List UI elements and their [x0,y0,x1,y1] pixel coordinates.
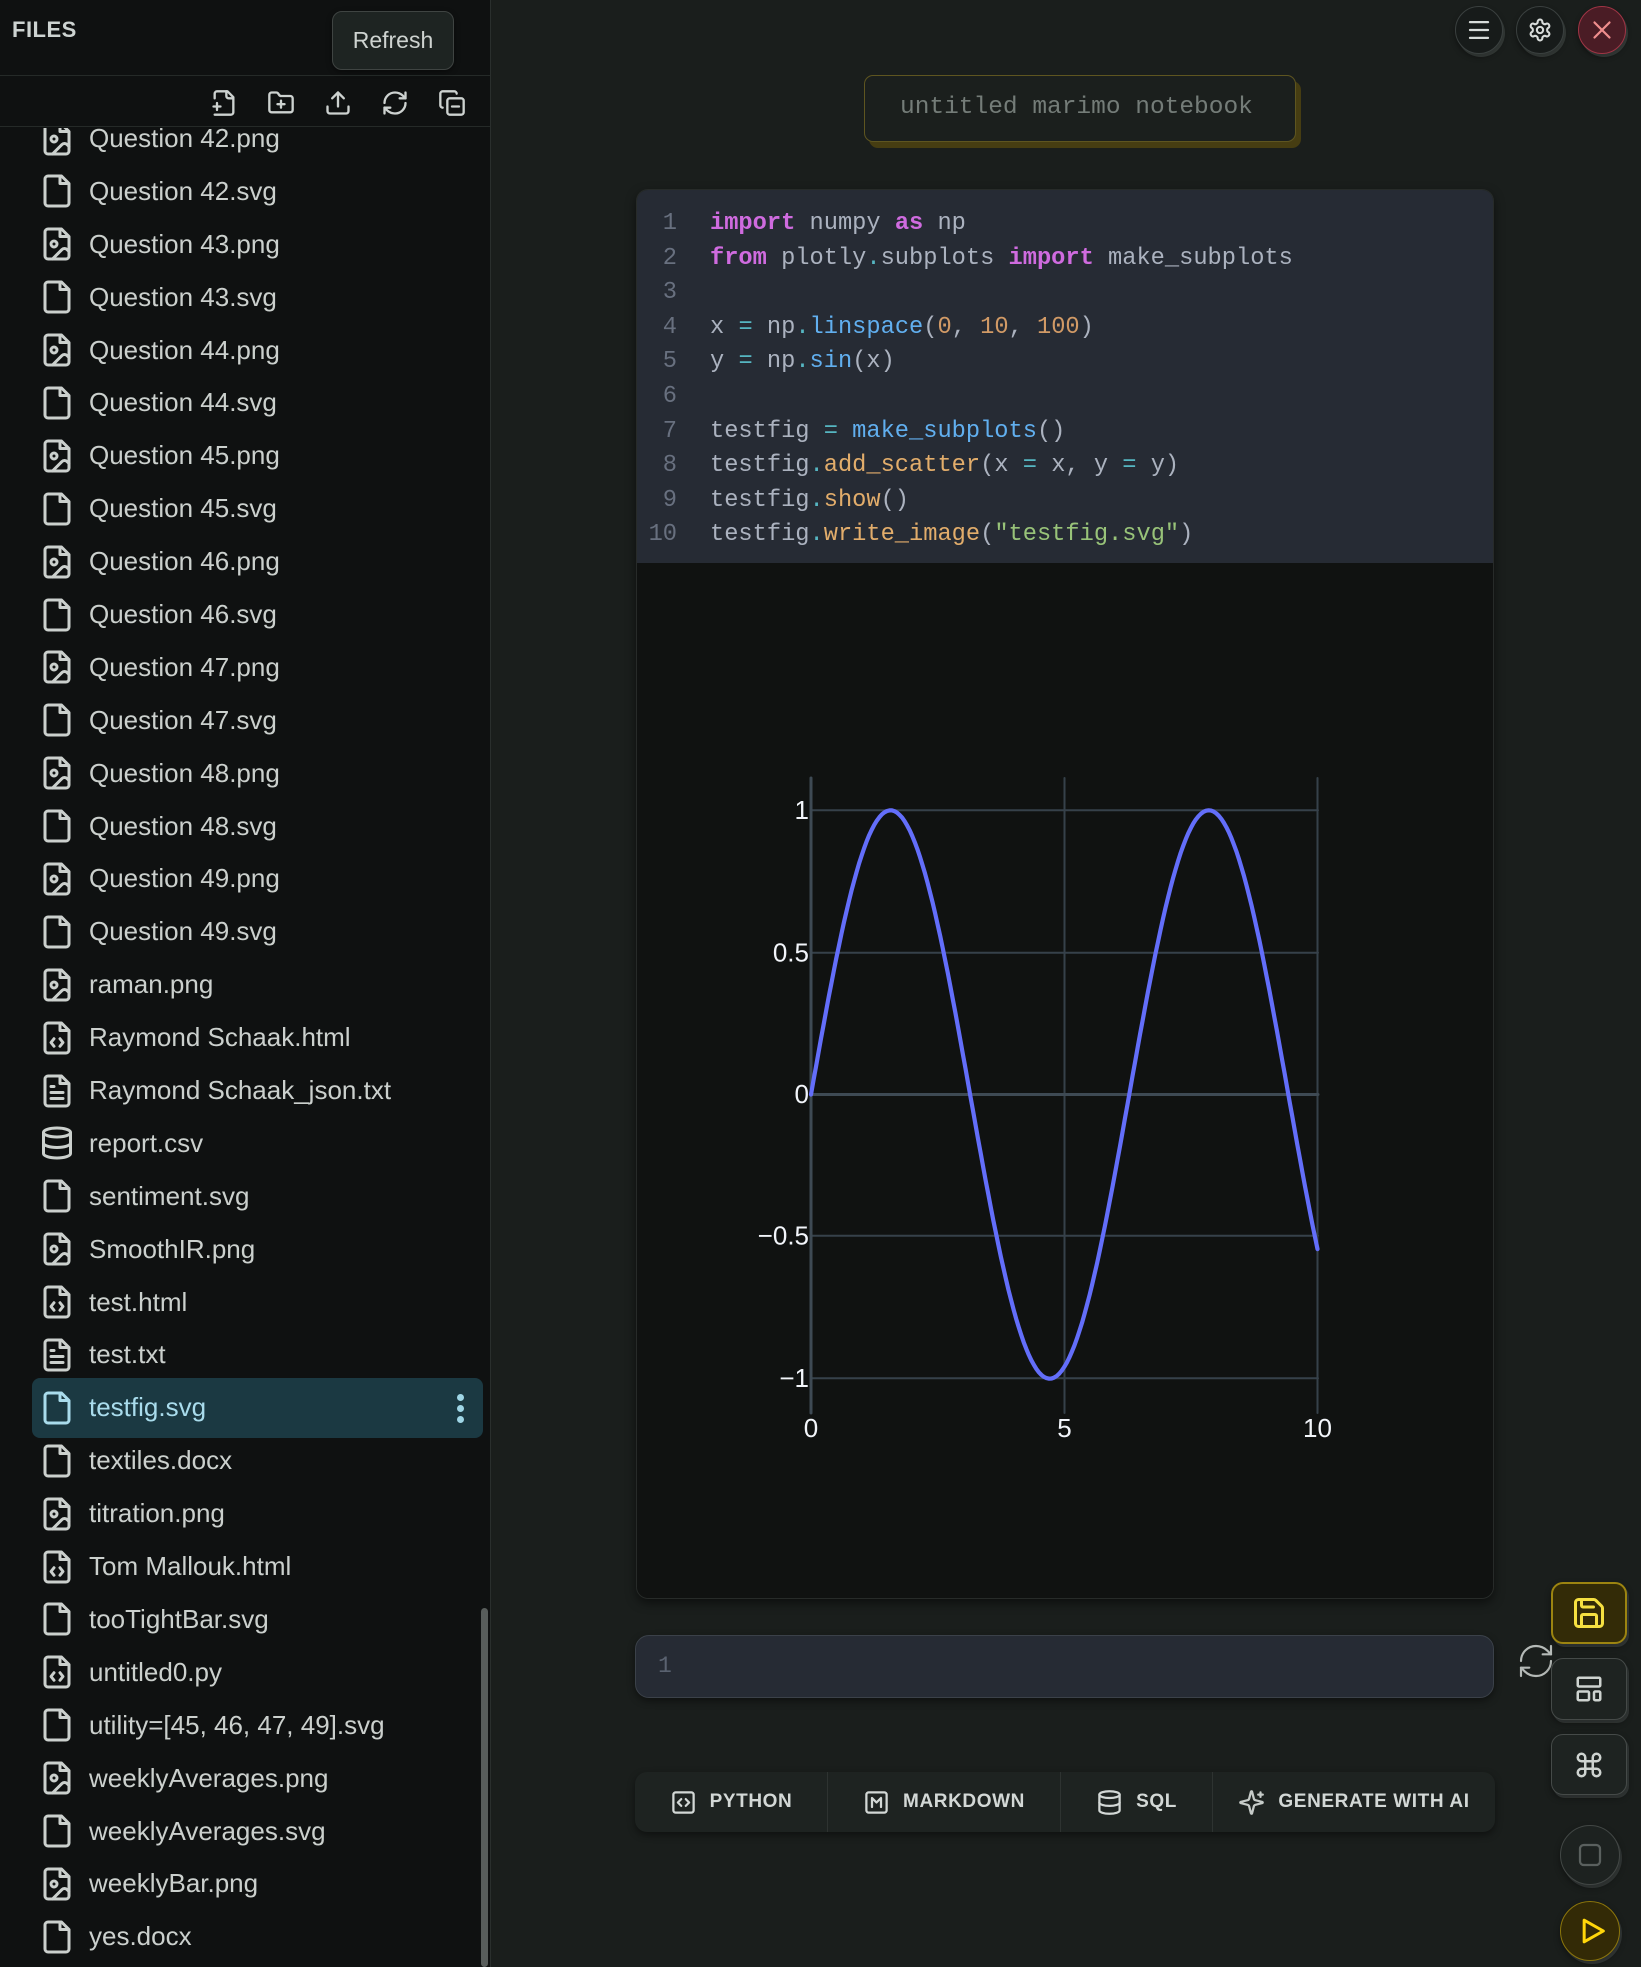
svg-text:10: 10 [1303,1413,1332,1443]
svg-text:1: 1 [795,795,809,825]
svg-text:−1: −1 [779,1363,809,1393]
svg-text:5: 5 [1057,1413,1071,1443]
svg-text:−0.5: −0.5 [758,1221,809,1251]
svg-text:0.5: 0.5 [773,937,809,967]
svg-text:0: 0 [804,1413,818,1443]
svg-text:0: 0 [795,1079,809,1109]
